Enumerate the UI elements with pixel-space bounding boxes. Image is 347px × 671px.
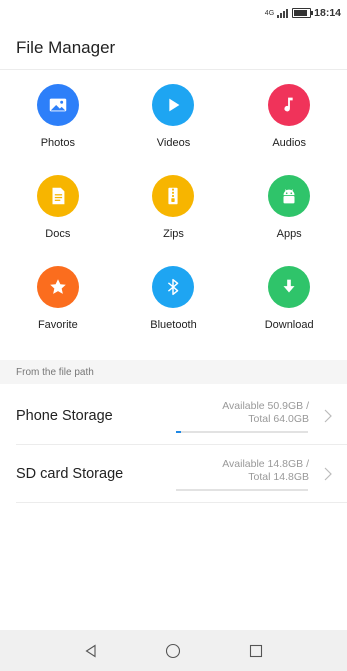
chevron-right-icon: [324, 409, 332, 423]
zip-icon: [152, 175, 195, 217]
category-apps[interactable]: Apps: [231, 175, 347, 252]
image-icon: [36, 84, 79, 126]
storage-item-sd-card[interactable]: SD card Storage Available 14.8GB / Total…: [16, 445, 347, 503]
category-videos[interactable]: Videos: [116, 84, 232, 161]
recents-button[interactable]: [243, 638, 269, 664]
battery-icon: [292, 8, 314, 18]
play-icon: [152, 84, 195, 126]
category-bluetooth[interactable]: Bluetooth: [116, 266, 232, 343]
storage-total-text: Total 64.0GB: [248, 412, 309, 425]
android-icon: [268, 175, 311, 217]
category-label: Zips: [163, 228, 184, 240]
home-button[interactable]: [160, 638, 186, 664]
app-header: File Manager: [0, 26, 347, 70]
category-audios[interactable]: Audios: [231, 84, 347, 161]
category-label: Favorite: [37, 319, 78, 331]
category-label: Docs: [45, 228, 71, 240]
category-label: Audios: [272, 137, 306, 149]
storage-item-phone[interactable]: Phone Storage Available 50.9GB / Total 6…: [16, 387, 347, 445]
storage-available-text: Available 14.8GB /: [222, 458, 309, 470]
download-arrow-icon: [268, 266, 311, 308]
document-icon: [36, 175, 79, 217]
page-title: File Manager: [16, 37, 116, 57]
storage-usage-bar: [176, 489, 308, 491]
storage-usage-fill: [176, 431, 182, 433]
category-zips[interactable]: Zips: [116, 175, 232, 252]
storage-name: Phone Storage: [16, 408, 113, 424]
category-label: Download: [264, 319, 314, 331]
music-note-icon: [268, 84, 311, 126]
chevron-right-icon: [324, 467, 332, 481]
category-grid: Photos Videos Audios Docs Zips Apps Favo…: [0, 84, 347, 343]
status-bar: 4G 18:14: [0, 0, 347, 26]
category-photos[interactable]: Photos: [0, 84, 116, 161]
bluetooth-icon: [152, 266, 195, 308]
back-icon: [85, 643, 96, 658]
back-button[interactable]: [78, 638, 104, 664]
network-type-icon: 4G: [264, 9, 275, 17]
category-label: Photos: [40, 137, 75, 149]
category-favorite[interactable]: Favorite: [0, 266, 116, 343]
storage-name: SD card Storage: [16, 466, 124, 482]
category-download[interactable]: Download: [231, 266, 347, 343]
storage-usage-bar: [176, 431, 308, 433]
file-manager-screen: 4G 18:14 File Manager Photos Videos Audi…: [0, 0, 347, 671]
category-label: Bluetooth: [150, 319, 197, 331]
category-label: Apps: [276, 228, 302, 240]
navigation-bar: [0, 630, 347, 671]
category-docs[interactable]: Docs: [0, 175, 116, 252]
recents-icon: [249, 644, 262, 657]
storage-total-text: Total 14.8GB: [248, 470, 309, 483]
home-icon: [166, 643, 181, 658]
clock: 18:14: [314, 7, 341, 19]
star-icon: [36, 266, 79, 308]
category-label: Videos: [156, 137, 191, 149]
storage-available-text: Available 50.9GB /: [222, 400, 309, 412]
section-header: From the file path: [0, 360, 347, 384]
signal-icon: [277, 8, 289, 18]
storage-capacity: Available 50.9GB / Total 64.0GB: [222, 400, 309, 425]
storage-capacity: Available 14.8GB / Total 14.8GB: [222, 458, 309, 483]
